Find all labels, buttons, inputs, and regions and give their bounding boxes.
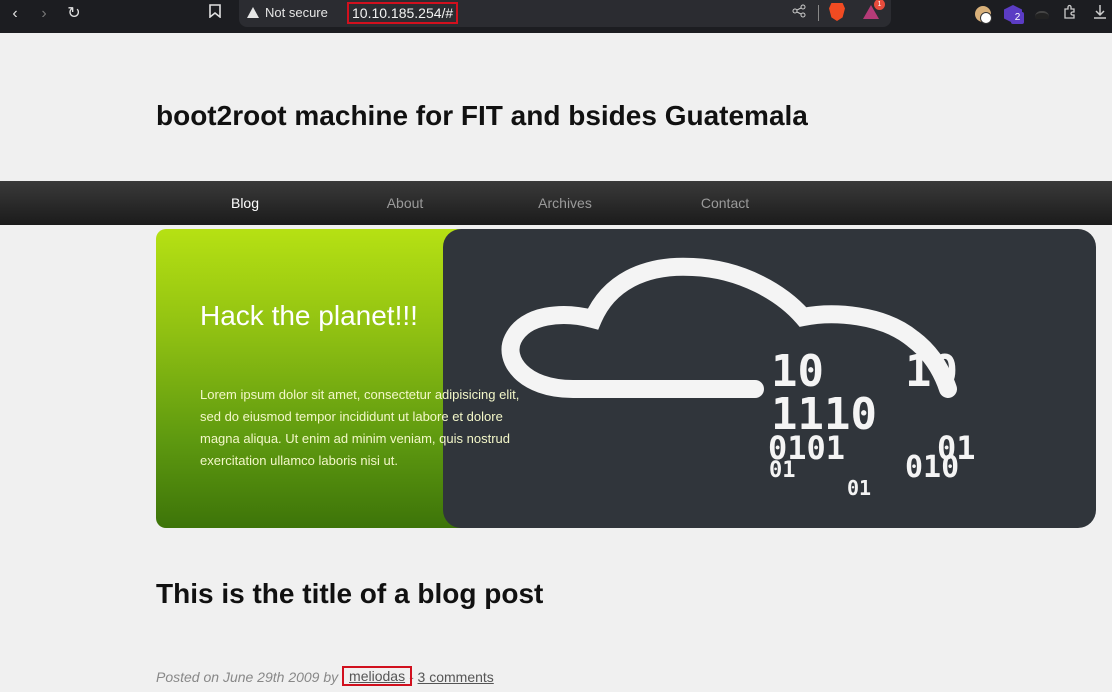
share-icon[interactable] <box>792 4 806 22</box>
extension-hex-icon[interactable]: 2 <box>1003 4 1024 24</box>
post-title: This is the title of a blog post <box>156 578 544 609</box>
address-bar[interactable]: Not secure 10.10.185.254/# 1 <box>239 0 891 27</box>
binary-row: 10 <box>905 346 958 397</box>
brave-shields-icon[interactable] <box>829 3 845 21</box>
forward-icon[interactable]: › <box>33 3 55 25</box>
extension-cookie-icon[interactable] <box>973 4 993 24</box>
comments-link[interactable]: 3 comments <box>418 669 494 685</box>
reload-icon[interactable]: ↻ <box>63 3 85 25</box>
binary-row: 010 <box>905 450 959 485</box>
bookmark-icon[interactable] <box>204 3 226 25</box>
extension-hat-icon[interactable] <box>1032 4 1052 24</box>
rewards-badge: 1 <box>874 0 885 10</box>
nav-contact[interactable]: Contact <box>660 181 790 225</box>
warning-icon <box>247 7 259 18</box>
post-meta: Posted on June 29th 2009 by meliodas - 3… <box>156 666 494 687</box>
site-title: boot2root machine for FIT and bsides Gua… <box>156 100 808 131</box>
nav-about[interactable]: About <box>340 181 470 225</box>
security-indicator[interactable]: Not secure <box>247 5 328 20</box>
author-highlight: meliodas <box>342 666 413 686</box>
nav-blog[interactable]: Blog <box>180 181 310 225</box>
cloud-binary-illustration: 10 10 1110 0101 01 01 010 01 <box>501 257 976 500</box>
nav-archives[interactable]: Archives <box>500 181 630 225</box>
toolbar-divider <box>818 5 819 21</box>
author-link[interactable]: meliodas <box>349 668 405 684</box>
hero-text: Lorem ipsum dolor sit amet, consectetur … <box>200 387 520 468</box>
posted-on-text: Posted on June 29th 2009 by <box>156 669 339 685</box>
back-icon[interactable]: ‹ <box>4 3 26 25</box>
download-icon[interactable] <box>1090 4 1110 24</box>
browser-toolbar: ‹ › ↻ Not secure 10.10.185.254/# 1 2 <box>0 0 1112 33</box>
url-text[interactable]: 10.10.185.254/# <box>347 2 459 24</box>
binary-row: 01 <box>769 458 796 483</box>
hero-title: Hack the planet!!! <box>200 300 418 331</box>
hero-image: 10 10 1110 0101 01 01 010 01 <box>443 229 1096 528</box>
binary-row: 01 <box>847 476 871 500</box>
extensions-puzzle-icon[interactable] <box>1060 4 1080 24</box>
main-nav: Blog About Archives Contact <box>0 181 1112 225</box>
hero-banner: 10 10 1110 0101 01 01 010 01 Hack the pl… <box>156 229 1096 528</box>
